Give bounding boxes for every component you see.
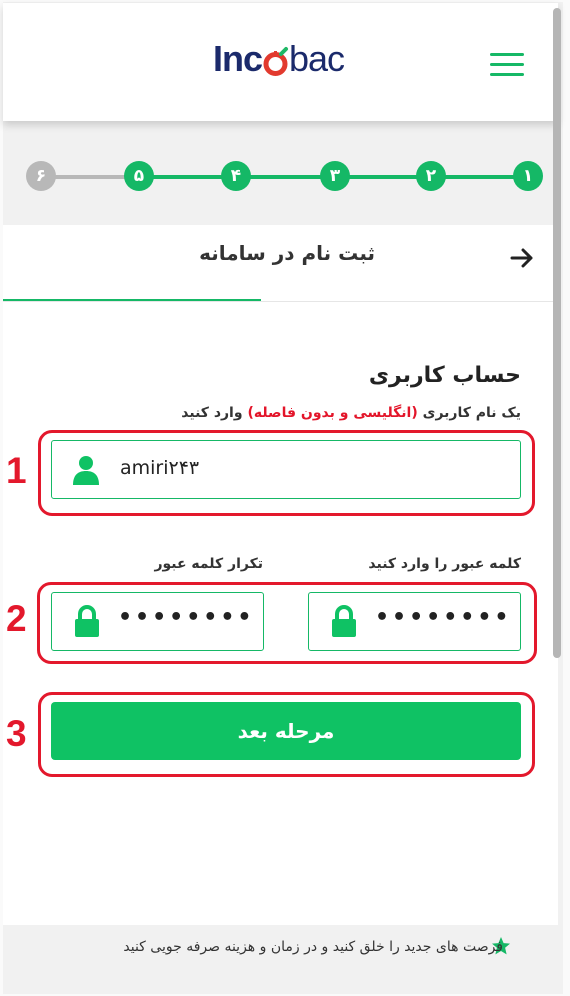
page-title: ثبت نام در سامانه [199, 241, 375, 265]
password-label: کلمه عبور را وارد کنید [368, 556, 521, 572]
hint-highlight: (انگلیسی و بدون فاصله) [247, 405, 418, 421]
annotation-label-2: 2 [6, 598, 27, 639]
annotation-label-1: 1 [6, 450, 27, 491]
hamburger-menu-button[interactable] [490, 53, 524, 77]
step-5: ۵ [124, 161, 154, 191]
step-6: ۶ [26, 161, 56, 191]
logo-clock-icon [262, 35, 289, 83]
top-header: Inc bac [3, 3, 558, 121]
incobac-logo[interactable]: Inc bac [213, 35, 345, 83]
footer-bar: فرصت های جدید را خلق کنید و در زمان و هز… [3, 926, 558, 972]
footer-text: فرصت های جدید را خلق کنید و در زمان و هز… [123, 939, 503, 955]
step-4: ۴ [221, 161, 251, 191]
step-1: ۱ [513, 161, 543, 191]
logo-text-inc: Inc [213, 38, 263, 79]
logo-text-bac: bac [289, 38, 345, 79]
annotation-box-2 [37, 582, 537, 664]
hint-start: یک نام کاربری [417, 405, 521, 421]
registration-stepper: ۱ ۲ ۳ ۴ ۵ ۶ [3, 140, 558, 220]
title-bar: ثبت نام در سامانه [3, 225, 558, 302]
section-title: حساب کاربری [368, 363, 521, 388]
scrollbar[interactable] [553, 8, 561, 658]
arrow-right-icon[interactable] [509, 245, 535, 271]
hamburger-line [490, 73, 524, 76]
confirm-password-label: تکرار کلمه عبور [154, 556, 263, 572]
annotation-box-3 [38, 692, 535, 777]
hamburger-line [490, 63, 524, 66]
hint-end: وارد کنید [181, 405, 248, 421]
step-2: ۲ [416, 161, 446, 191]
annotation-box-1 [38, 430, 535, 516]
annotation-label-3: 3 [6, 713, 27, 754]
username-hint: یک نام کاربری (انگلیسی و بدون فاصله) وار… [181, 405, 521, 421]
hamburger-line [490, 53, 524, 56]
registration-card: ثبت نام در سامانه حساب کاربری یک نام کار… [3, 225, 558, 925]
title-underline [3, 299, 261, 301]
step-3: ۳ [320, 161, 350, 191]
